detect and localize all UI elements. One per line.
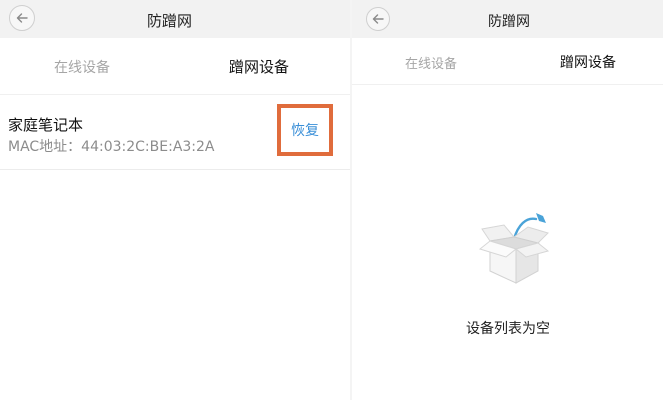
tab-online-devices[interactable]: 在线设备 xyxy=(54,57,110,77)
tab-online-devices[interactable]: 在线设备 xyxy=(405,53,457,72)
empty-state-message: 设备列表为空 xyxy=(466,321,550,337)
left-tab-bar: 在线设备 蹭网设备 xyxy=(0,38,350,95)
page-title: 防蹭网 xyxy=(488,14,530,30)
right-header: 防蹭网 xyxy=(352,0,663,38)
back-button[interactable] xyxy=(366,7,390,31)
device-mac-address: MAC地址：44:03:2C:BE:A3:2A xyxy=(8,139,215,155)
restore-button[interactable]: 恢复 xyxy=(291,120,319,140)
back-button[interactable] xyxy=(9,5,35,31)
arrow-left-icon xyxy=(372,14,384,24)
tab-leeching-devices[interactable]: 蹭网设备 xyxy=(229,56,289,77)
open-box-kite-icon xyxy=(478,213,550,284)
page-title: 防蹭网 xyxy=(147,12,193,30)
left-header: 防蹭网 xyxy=(0,0,350,38)
right-screen: 防蹭网 在线设备 蹭网设备 设备列表为空 xyxy=(352,0,663,400)
restore-highlight-box: 恢复 xyxy=(277,104,333,156)
arrow-left-icon xyxy=(16,13,28,23)
tab-leeching-devices[interactable]: 蹭网设备 xyxy=(560,52,616,72)
left-screen: 防蹭网 在线设备 蹭网设备 家庭笔记本 MAC地址：44:03:2C:BE:A3… xyxy=(0,0,350,400)
device-name: 家庭笔记本 xyxy=(8,116,84,134)
right-tab-bar: 在线设备 蹭网设备 xyxy=(352,38,663,85)
